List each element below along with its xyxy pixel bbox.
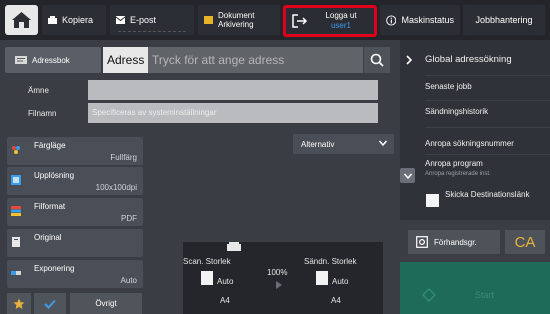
folder-icon bbox=[204, 16, 213, 24]
ratio-value: 100% bbox=[267, 268, 288, 277]
options-label: Alternativ bbox=[301, 139, 335, 149]
send-link-label: Skicka Destinationslänk bbox=[445, 190, 530, 199]
file-format-value: PDF bbox=[121, 214, 137, 223]
color-mode-icon bbox=[12, 146, 20, 154]
scan-preview-panel: Scan. Storlek Sändn. Storlek Auto 100% A… bbox=[183, 242, 383, 314]
star-icon bbox=[13, 298, 25, 309]
resolution-label: Upplösning bbox=[34, 171, 75, 180]
job-status-button[interactable]: Jobbhantering bbox=[463, 5, 545, 35]
resolution-icon bbox=[11, 175, 21, 185]
exposure-value: Auto bbox=[120, 276, 137, 285]
exposure-icon bbox=[11, 271, 21, 275]
clear-all-button[interactable]: CA bbox=[505, 230, 545, 254]
tab-email[interactable]: E-post bbox=[110, 5, 194, 35]
arrow-right-icon bbox=[276, 281, 282, 289]
tab-document-filing-label: Dokument Arkivering bbox=[218, 11, 254, 29]
preview-icon bbox=[416, 236, 428, 248]
tab-email-label: E-post bbox=[130, 15, 157, 25]
preview-label: Förhandsgr. bbox=[434, 237, 477, 247]
confirm-settings-button[interactable] bbox=[34, 293, 66, 314]
recent-jobs[interactable]: Senaste jobb bbox=[425, 82, 472, 91]
divider bbox=[425, 127, 550, 128]
address-book-button[interactable]: Adressbok bbox=[5, 47, 101, 73]
copier-icon bbox=[48, 16, 57, 24]
scan-size-label: Scan. Storlek bbox=[183, 257, 231, 266]
tab-document-label-line1: Dokument bbox=[218, 11, 255, 20]
subject-label: Ämne bbox=[28, 86, 49, 95]
search-icon bbox=[370, 53, 384, 67]
scan-paper-size: A4 bbox=[220, 296, 230, 305]
send-paper-icon bbox=[316, 271, 328, 285]
original-setting[interactable]: Original bbox=[7, 229, 143, 257]
chevron-down-icon bbox=[378, 140, 388, 147]
original-label: Original bbox=[34, 233, 62, 242]
envelope-icon bbox=[116, 16, 125, 24]
recall-program-subtitle: Anropa registrerade inst. bbox=[425, 171, 491, 177]
color-mode-value: Fullfärg bbox=[110, 153, 137, 162]
options-dropdown[interactable]: Alternativ bbox=[293, 134, 394, 154]
send-size-value: Auto bbox=[332, 277, 349, 286]
scanner-icon bbox=[227, 242, 241, 251]
filename-field[interactable]: Specificeras av systeminställningar bbox=[88, 103, 378, 123]
resolution-value: 100x100dpi bbox=[95, 183, 137, 192]
favorites-button[interactable] bbox=[7, 293, 31, 314]
exposure-setting[interactable]: Exponering Auto bbox=[7, 260, 143, 288]
original-icon bbox=[12, 237, 20, 247]
home-icon bbox=[12, 12, 31, 28]
tab-document-label-line2: Arkivering bbox=[218, 20, 254, 29]
subject-field[interactable] bbox=[88, 80, 378, 100]
logout-label: Logga ut bbox=[325, 11, 357, 20]
address-label: Adress bbox=[103, 47, 148, 73]
global-address-search[interactable]: Global adressökning bbox=[425, 54, 512, 65]
checkmark-icon bbox=[44, 299, 56, 309]
address-book-icon bbox=[15, 56, 27, 64]
recall-search-number[interactable]: Anropa sökningsnummer bbox=[425, 139, 514, 148]
machine-status-button[interactable]: Maskinstatus bbox=[380, 5, 460, 35]
color-mode-label: Färgläge bbox=[34, 141, 66, 150]
chevron-right-icon bbox=[406, 55, 413, 65]
other-settings-button[interactable]: Övrigt bbox=[70, 293, 142, 314]
send-link-checkbox[interactable] bbox=[426, 194, 439, 207]
divider bbox=[425, 100, 550, 101]
logout-label-group: Logga ut user1 bbox=[308, 11, 374, 31]
preview-button[interactable]: Förhandsgr. bbox=[408, 230, 500, 254]
tab-copy[interactable]: Kopiera bbox=[42, 5, 106, 35]
start-icon bbox=[422, 288, 436, 302]
job-status-label: Jobbhantering bbox=[475, 15, 533, 25]
top-bar: Kopiera E-post Dokument Arkivering Logga … bbox=[0, 0, 550, 40]
resolution-setting[interactable]: Upplösning 100x100dpi bbox=[7, 167, 143, 195]
send-history[interactable]: Sändningshistorik bbox=[425, 107, 488, 116]
address-input[interactable] bbox=[148, 47, 363, 73]
start-button[interactable]: Start bbox=[400, 262, 550, 314]
divider bbox=[425, 75, 550, 76]
filename-label: Filnamn bbox=[28, 109, 57, 118]
send-size-label: Sändn. Storlek bbox=[304, 257, 357, 266]
machine-status-label: Maskinstatus bbox=[401, 15, 454, 25]
file-format-label: Filformat bbox=[34, 202, 66, 211]
logout-button[interactable]: Logga ut user1 bbox=[283, 5, 377, 37]
tab-document-filing[interactable]: Dokument Arkivering bbox=[198, 5, 280, 35]
divider bbox=[425, 154, 550, 155]
scan-size-value: Auto bbox=[217, 277, 234, 286]
file-format-icon bbox=[11, 206, 21, 216]
logged-in-user: user1 bbox=[330, 21, 351, 30]
scan-paper-icon bbox=[201, 271, 213, 285]
recall-program[interactable]: Anropa program bbox=[425, 159, 483, 168]
panel-expand-button[interactable] bbox=[400, 168, 415, 183]
address-search-button[interactable] bbox=[364, 47, 390, 73]
home-button[interactable] bbox=[5, 5, 38, 35]
start-label: Start bbox=[475, 290, 495, 300]
logout-icon bbox=[292, 14, 308, 28]
file-format-setting[interactable]: Filformat PDF bbox=[7, 198, 143, 226]
color-mode-setting[interactable]: Färgläge Fullfärg bbox=[7, 137, 143, 165]
panel-toggle-button[interactable] bbox=[400, 47, 418, 73]
tab-copy-label: Kopiera bbox=[62, 15, 94, 25]
info-icon bbox=[386, 14, 397, 26]
send-paper-size: A4 bbox=[331, 296, 341, 305]
address-book-label: Adressbok bbox=[32, 55, 70, 65]
exposure-label: Exponering bbox=[34, 264, 75, 273]
chevron-down-icon bbox=[403, 173, 412, 179]
